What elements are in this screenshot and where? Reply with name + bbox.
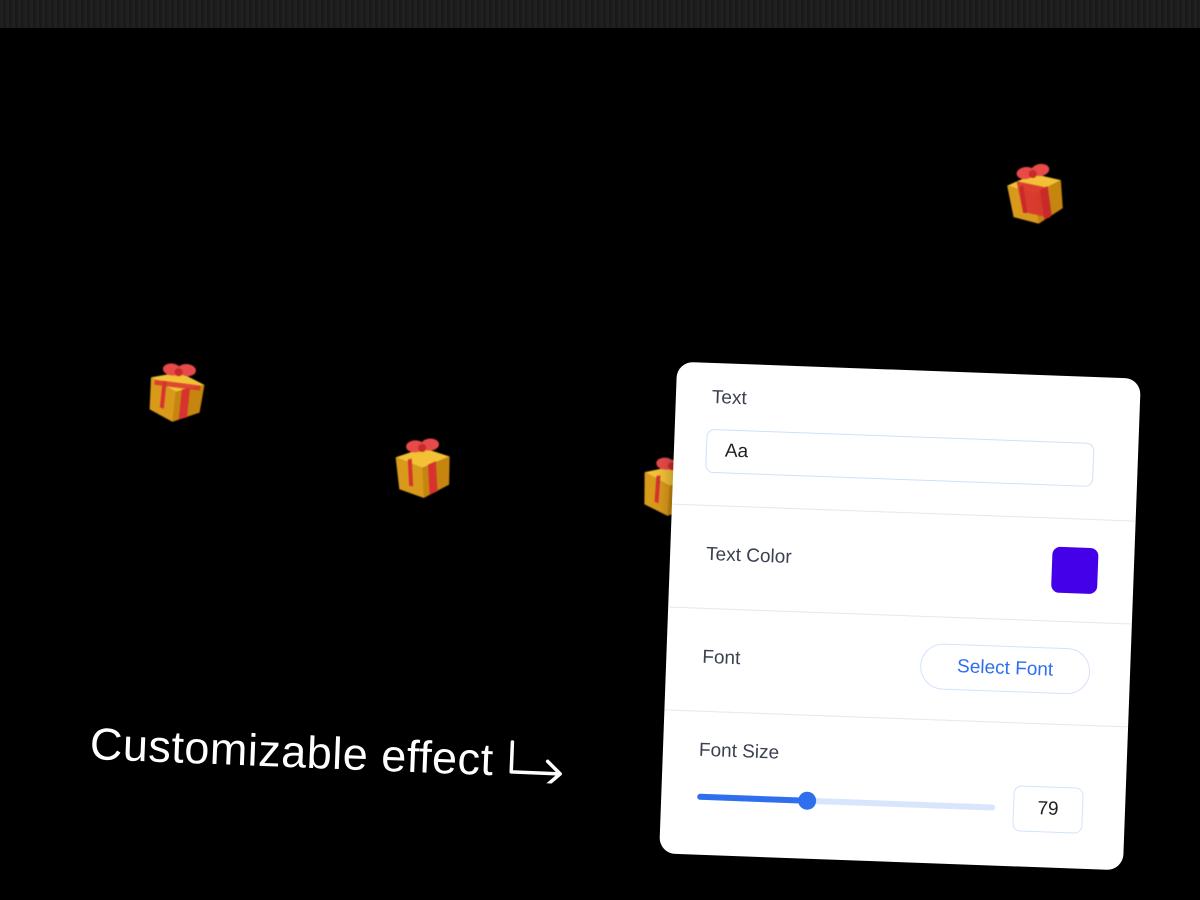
font-size-section: Font Size 79: [659, 710, 1128, 870]
corner-arrow-right-icon: [505, 738, 569, 788]
gift-icon: [993, 149, 1074, 230]
caption: Customizable effect: [89, 718, 569, 789]
text-color-label: Text Color: [705, 543, 792, 568]
top-texture-band: [0, 0, 1200, 28]
font-size-label: Font Size: [698, 739, 780, 764]
select-font-button[interactable]: Select Font: [919, 642, 1091, 695]
text-input[interactable]: Aa: [705, 428, 1095, 487]
font-size-input[interactable]: 79: [1012, 785, 1084, 834]
gift-icon: [384, 426, 460, 502]
gift-icon: [136, 348, 215, 427]
text-settings-panel: Text Aa Text Color Font Select Font Font…: [659, 361, 1141, 871]
caption-text: Customizable effect: [88, 718, 495, 786]
text-section: Text Aa: [671, 361, 1141, 522]
text-color-section: Text Color: [668, 504, 1136, 625]
slider-thumb[interactable]: [798, 791, 817, 811]
font-section: Font Select Font: [664, 607, 1132, 728]
font-label: Font: [701, 646, 741, 670]
text-color-swatch[interactable]: [1050, 546, 1099, 595]
slider-fill: [697, 793, 808, 804]
text-label: Text: [711, 386, 748, 410]
font-size-slider[interactable]: [697, 791, 996, 813]
